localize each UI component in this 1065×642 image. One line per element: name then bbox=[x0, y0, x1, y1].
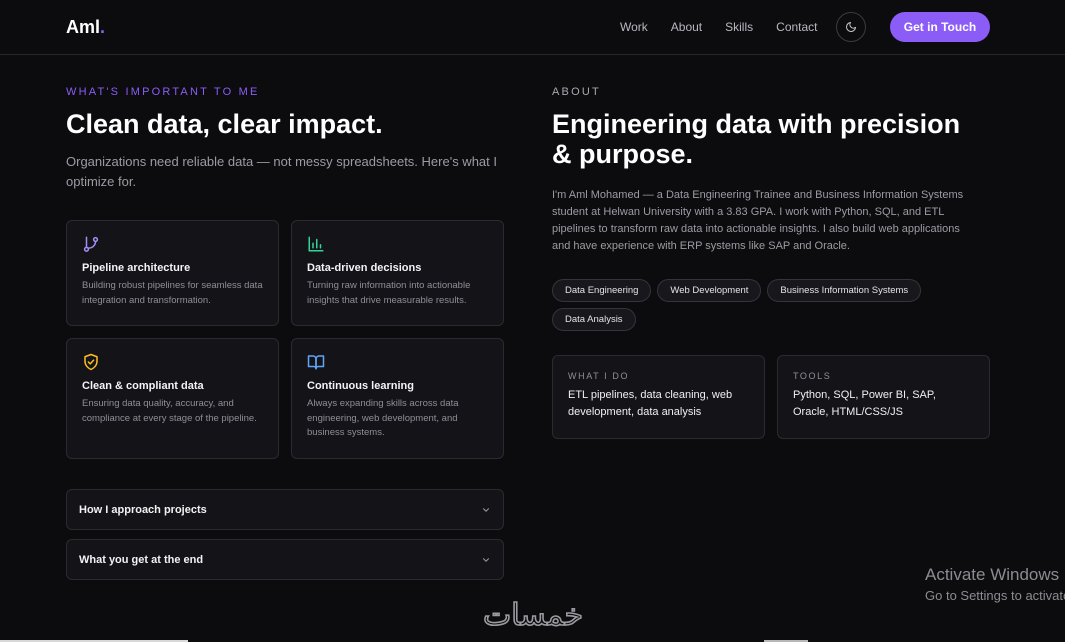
card-title: Pipeline architecture bbox=[82, 262, 191, 274]
activate-subtitle: Go to Settings to activate Windows. bbox=[925, 588, 1065, 603]
khamsat-logo: خمسات bbox=[468, 596, 598, 637]
values-lead: Organizations need reliable data — not m… bbox=[66, 154, 497, 189]
card-data-driven-decisions: Data-driven decisions Turning raw inform… bbox=[291, 220, 504, 326]
top-nav: Aml. Work About Skills Contact Get in To… bbox=[0, 0, 1065, 55]
page: Aml. Work About Skills Contact Get in To… bbox=[0, 0, 1065, 642]
accordion-approach-projects[interactable]: How I approach projects bbox=[66, 489, 504, 530]
what-i-do-value: ETL pipelines, data cleaning, web develo… bbox=[568, 389, 733, 418]
tag-web-development: Web Development bbox=[657, 279, 762, 302]
card-title: Clean & compliant data bbox=[82, 380, 204, 392]
skill-tags: Data Engineering Web Development Busines… bbox=[552, 279, 932, 331]
what-i-do-label: WHAT I DO bbox=[568, 371, 630, 381]
shield-check-icon bbox=[84, 353, 98, 371]
card-desc: Building robust pipelines for seamless d… bbox=[82, 280, 263, 306]
card-desc: Turning raw information into actionable … bbox=[307, 280, 471, 306]
khamsat-logo-text: خمسات bbox=[483, 598, 583, 632]
accordion-label: How I approach projects bbox=[79, 503, 207, 516]
about-title: Engineering data with precision & purpos… bbox=[552, 109, 961, 169]
activate-title: Activate Windows bbox=[925, 565, 1060, 584]
about-text: I'm Aml Mohamed — a Data Engineering Tra… bbox=[552, 189, 964, 252]
tag-data-analysis: Data Analysis bbox=[552, 308, 636, 331]
tools-value: Python, SQL, Power BI, SAP, Oracle, HTML… bbox=[793, 389, 936, 418]
logo-dot: . bbox=[100, 17, 106, 37]
tag-business-information-systems: Business Information Systems bbox=[767, 279, 922, 302]
get-in-touch-button[interactable]: Get in Touch bbox=[890, 12, 990, 42]
tools-label: TOOLS bbox=[793, 371, 832, 381]
values-eyebrow: WHAT'S IMPORTANT TO ME bbox=[66, 86, 260, 98]
bar-chart-icon bbox=[308, 236, 324, 252]
chevron-down-icon bbox=[482, 507, 490, 512]
nav-link-contact[interactable]: Contact bbox=[776, 20, 817, 34]
activate-windows-watermark: Activate Windows Go to Settings to activ… bbox=[925, 565, 1065, 603]
card-clean-compliant-data: Clean & compliant data Ensuring data qua… bbox=[66, 338, 279, 459]
card-desc: Always expanding skills across data engi… bbox=[307, 398, 459, 438]
nav-link-work[interactable]: Work bbox=[620, 20, 648, 34]
values-title: Clean data, clear impact. bbox=[66, 109, 383, 139]
about-eyebrow: ABOUT bbox=[552, 86, 601, 98]
card-continuous-learning: Continuous learning Always expanding ski… bbox=[291, 338, 504, 459]
tools-card: TOOLS Python, SQL, Power BI, SAP, Oracle… bbox=[777, 355, 990, 439]
git-branch-icon bbox=[83, 236, 99, 252]
nav-link-skills[interactable]: Skills bbox=[725, 20, 753, 34]
nav-link-about[interactable]: About bbox=[671, 20, 702, 34]
logo[interactable]: Aml. bbox=[66, 17, 105, 38]
book-open-icon bbox=[307, 355, 325, 370]
moon-icon bbox=[846, 22, 856, 32]
accordion-label: What you get at the end bbox=[79, 553, 204, 566]
what-i-do-card: WHAT I DO ETL pipelines, data cleaning, … bbox=[552, 355, 765, 439]
card-title: Data-driven decisions bbox=[307, 262, 422, 274]
logo-text: Aml bbox=[66, 17, 101, 37]
card-pipeline-architecture: Pipeline architecture Building robust pi… bbox=[66, 220, 279, 326]
card-desc: Ensuring data quality, accuracy, and com… bbox=[82, 398, 257, 424]
chevron-down-icon bbox=[482, 557, 490, 562]
card-title: Continuous learning bbox=[307, 380, 414, 392]
nav-links: Work About Skills Contact bbox=[620, 20, 818, 34]
accordion-what-you-get[interactable]: What you get at the end bbox=[66, 539, 504, 580]
theme-toggle-button[interactable] bbox=[836, 12, 866, 42]
tag-data-engineering: Data Engineering bbox=[552, 279, 652, 302]
